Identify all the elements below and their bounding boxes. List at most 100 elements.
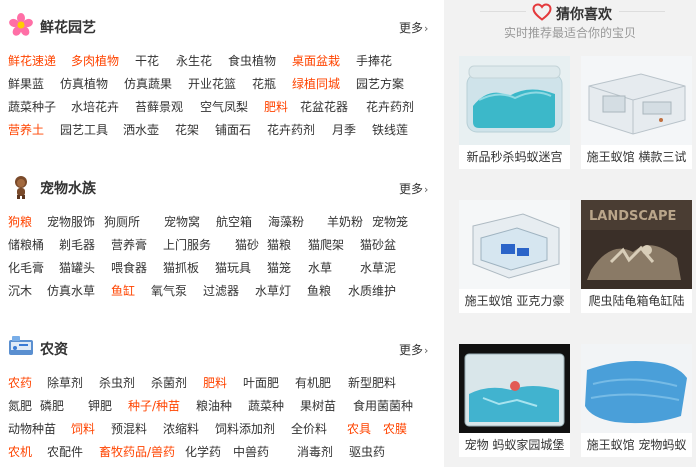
more-link[interactable]: 更多› <box>399 19 428 36</box>
category-link[interactable]: 猫笼 <box>267 260 291 276</box>
category-link[interactable]: 花卉药剂 <box>366 99 414 115</box>
category-link[interactable]: 仿真水草 <box>47 283 95 299</box>
category-link[interactable]: 粮油种 <box>196 398 232 414</box>
category-link[interactable]: 猫砂盆 <box>360 237 396 253</box>
category-link[interactable]: 果树苗 <box>300 398 336 414</box>
category-link[interactable]: 绿植同城 <box>292 76 340 92</box>
category-link[interactable]: 羊奶粉 <box>327 214 363 230</box>
category-link[interactable]: 猫罐头 <box>59 260 95 276</box>
category-link[interactable]: 中兽药 <box>233 444 269 460</box>
category-link[interactable]: 钾肥 <box>88 398 112 414</box>
product-card[interactable]: 施王蚁馆 宠物蚂蚁 <box>581 344 692 457</box>
category-link[interactable]: 空气凤梨 <box>200 99 248 115</box>
category-link[interactable]: 花卉药剂 <box>267 122 315 138</box>
category-link[interactable]: 宠物窝 <box>164 214 200 230</box>
category-link[interactable]: 洒水壶 <box>123 122 159 138</box>
category-link[interactable]: 农药 <box>8 375 32 391</box>
more-link[interactable]: 更多› <box>399 341 428 358</box>
category-link[interactable]: 花瓶 <box>252 76 276 92</box>
category-link[interactable]: 营养膏 <box>111 237 147 253</box>
category-link[interactable]: 肥料 <box>203 375 227 391</box>
category-link[interactable]: 化毛膏 <box>8 260 44 276</box>
category-link[interactable]: 种子/种苗 <box>128 398 180 414</box>
category-link[interactable]: 鲜果蓝 <box>8 76 44 92</box>
category-link[interactable]: 喂食器 <box>111 260 147 276</box>
more-link[interactable]: 更多› <box>399 180 428 197</box>
category-link[interactable]: 剃毛器 <box>59 237 95 253</box>
category-link[interactable]: 多肉植物 <box>71 53 119 69</box>
category-link[interactable]: 园艺方案 <box>356 76 404 92</box>
category-link[interactable]: 磷肥 <box>40 398 64 414</box>
category-link[interactable]: 过滤器 <box>203 283 239 299</box>
category-link[interactable]: 食用菌菌种 <box>353 398 413 414</box>
category-link[interactable]: 杀菌剂 <box>151 375 187 391</box>
category-link[interactable]: 狗厕所 <box>104 214 140 230</box>
category-link[interactable]: 饲料添加剂 <box>215 421 275 437</box>
category-link[interactable]: 农配件 <box>47 444 83 460</box>
category-link[interactable]: 预混料 <box>111 421 147 437</box>
category-link[interactable]: 铺面石 <box>215 122 251 138</box>
category-link[interactable]: 铁线莲 <box>372 122 408 138</box>
category-link[interactable]: 全价料 <box>291 421 327 437</box>
category-link[interactable]: 杀虫剂 <box>99 375 135 391</box>
category-link[interactable]: 上门服务 <box>163 237 211 253</box>
category-link[interactable]: 猫抓板 <box>163 260 199 276</box>
category-link[interactable]: 消毒剂 <box>297 444 333 460</box>
category-link[interactable]: 鱼粮 <box>307 283 331 299</box>
category-link[interactable]: 月季 <box>332 122 356 138</box>
category-link[interactable]: 蔬菜种 <box>248 398 284 414</box>
category-link[interactable]: 园艺工具 <box>60 122 108 138</box>
category-link[interactable]: 食虫植物 <box>228 53 276 69</box>
category-link[interactable]: 水草泥 <box>360 260 396 276</box>
category-link[interactable]: 开业花篮 <box>188 76 236 92</box>
category-link[interactable]: 仿真植物 <box>60 76 108 92</box>
category-link[interactable]: 水质维护 <box>348 283 396 299</box>
category-link[interactable]: 猫砂 <box>235 237 259 253</box>
category-link[interactable]: 除草剂 <box>47 375 83 391</box>
category-link[interactable]: 动物种苗 <box>8 421 56 437</box>
category-link[interactable]: 狗粮 <box>8 214 32 230</box>
category-link[interactable]: 干花 <box>135 53 159 69</box>
category-link[interactable]: 农具 <box>347 421 371 437</box>
product-card[interactable]: 新品秒杀蚂蚁迷宫 <box>459 56 570 169</box>
category-link[interactable]: 畜牧药品/兽药 <box>99 444 175 460</box>
category-link[interactable]: 宠物服饰 <box>47 214 95 230</box>
category-link[interactable]: 桌面盆栽 <box>292 53 340 69</box>
category-link[interactable]: 驱虫药 <box>349 444 385 460</box>
category-link[interactable]: 鲜花速递 <box>8 53 56 69</box>
category-link[interactable]: 农膜 <box>383 421 407 437</box>
category-link[interactable]: 猫爬架 <box>308 237 344 253</box>
category-link[interactable]: 有机肥 <box>295 375 331 391</box>
category-link[interactable]: 氧气泵 <box>151 283 187 299</box>
category-link[interactable]: 猫玩具 <box>215 260 251 276</box>
category-link[interactable]: 海藻粉 <box>268 214 304 230</box>
category-link[interactable]: 水草 <box>308 260 332 276</box>
category-link[interactable]: 农机 <box>8 444 32 460</box>
category-link[interactable]: 猫粮 <box>267 237 291 253</box>
category-link[interactable]: 宠物笼 <box>372 214 408 230</box>
product-card[interactable]: 宠物 蚂蚁家园城堡 <box>459 344 570 457</box>
category-link[interactable]: 水培花卉 <box>71 99 119 115</box>
category-link[interactable]: 花盆花器 <box>300 99 348 115</box>
category-link[interactable]: 氮肥 <box>8 398 32 414</box>
category-link[interactable]: 永生花 <box>176 53 212 69</box>
category-link[interactable]: 叶面肥 <box>243 375 279 391</box>
category-link[interactable]: 新型肥料 <box>348 375 396 391</box>
category-link[interactable]: 花架 <box>175 122 199 138</box>
category-link[interactable]: 蔬菜种子 <box>8 99 56 115</box>
category-link[interactable]: 饲料 <box>71 421 95 437</box>
product-card[interactable]: 施王蚁馆 亚克力豪 <box>459 200 570 313</box>
category-link[interactable]: 化学药 <box>185 444 221 460</box>
category-link[interactable]: 浓缩料 <box>163 421 199 437</box>
category-link[interactable]: 储粮桶 <box>8 237 44 253</box>
product-card[interactable]: 施王蚁馆 横款三试 <box>581 56 692 169</box>
category-link[interactable]: 营养土 <box>8 122 44 138</box>
product-card[interactable]: LANDSCAPE 爬虫陆龟箱龟缸陆 <box>581 200 692 313</box>
category-link[interactable]: 苔藓景观 <box>135 99 183 115</box>
category-link[interactable]: 肥料 <box>264 99 288 115</box>
category-link[interactable]: 手捧花 <box>356 53 392 69</box>
category-link[interactable]: 仿真蔬果 <box>124 76 172 92</box>
category-link[interactable]: 鱼缸 <box>111 283 135 299</box>
category-link[interactable]: 航空箱 <box>216 214 252 230</box>
category-link[interactable]: 沉木 <box>8 283 32 299</box>
